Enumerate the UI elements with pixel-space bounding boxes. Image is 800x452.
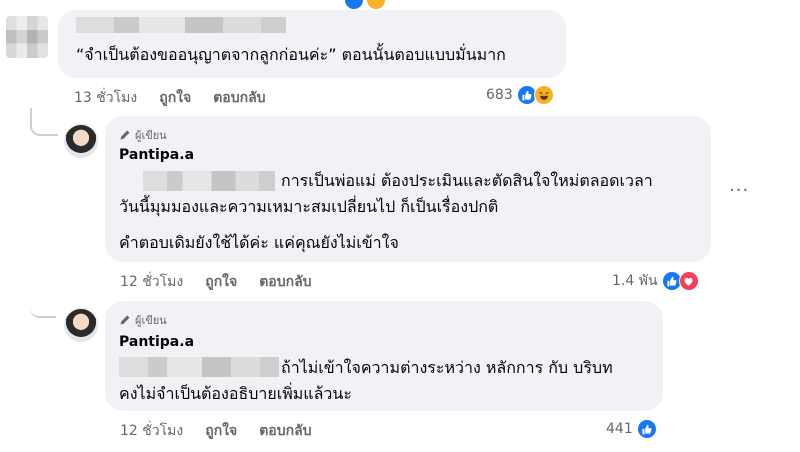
- thread-connector: [30, 290, 56, 318]
- haha-icon: [366, 0, 386, 10]
- comment-text-line: วันนี้มุมมองและความเหมาะสมเปลี่ยนไป ก็เป…: [119, 197, 499, 216]
- reaction-count: 683: [486, 87, 513, 103]
- reaction-summary[interactable]: 441: [606, 419, 657, 439]
- like-button[interactable]: ถูกใจ: [205, 271, 237, 293]
- like-button[interactable]: ถูกใจ: [205, 420, 237, 442]
- avatar[interactable]: [64, 124, 98, 158]
- avatar[interactable]: [64, 308, 98, 342]
- comment-actions: 12 ชั่วโมง ถูกใจ ตอบกลับ: [120, 420, 312, 442]
- comment-actions: 12 ชั่วโมง ถูกใจ ตอบกลับ: [120, 271, 312, 293]
- comment-text-line: คำตอบเดิมยังใช้ได้ค่ะ แค่คุณยังไม่เข้าใจ: [119, 233, 399, 252]
- more-options-button[interactable]: ···: [729, 180, 749, 201]
- previous-reactions: [344, 0, 386, 10]
- reply-button[interactable]: ตอบกลับ: [259, 420, 311, 442]
- mention-blurred[interactable]: [143, 171, 275, 191]
- comment-text-line: คงไม่จำเป็นต้องอธิบายเพิ่มแล้วนะ: [119, 384, 352, 403]
- like-icon: [344, 0, 364, 10]
- comment-bubble: ผู้เขียน Pantipa.a การเป็นพ่อแม่ ต้องประ…: [105, 116, 711, 262]
- author-badge-label: ผู้เขียน: [135, 129, 167, 142]
- love-icon: [678, 271, 699, 291]
- reply-button[interactable]: ตอบกลับ: [213, 87, 265, 109]
- comment-text-line: ถ้าไม่เข้าใจความต่างระหว่าง หลักการ กับ …: [281, 358, 613, 377]
- pencil-icon: [120, 130, 130, 140]
- author-badge: ผู้เขียน: [119, 311, 167, 329]
- like-button[interactable]: ถูกใจ: [159, 87, 191, 109]
- author-name-blurred[interactable]: [76, 17, 286, 33]
- reaction-count: 1.4 พัน: [612, 273, 658, 289]
- comment-text-line: การเป็นพ่อแม่ ต้องประเมินและตัดสินใจใหม่…: [281, 171, 653, 190]
- comment-actions: 13 ชั่วโมง ถูกใจ ตอบกลับ: [74, 87, 266, 109]
- timestamp[interactable]: 12 ชั่วโมง: [120, 420, 183, 442]
- comment-bubble: “จำเป็นต้องขออนุญาตจากลูกก่อนค่ะ” ตอนนั้…: [58, 10, 566, 78]
- author-badge: ผู้เขียน: [119, 126, 167, 144]
- reaction-summary[interactable]: 683: [486, 85, 554, 105]
- mention-blurred[interactable]: [119, 357, 279, 377]
- reaction-count: 441: [606, 421, 633, 437]
- reaction-summary[interactable]: 1.4 พัน: [612, 270, 699, 292]
- timestamp[interactable]: 12 ชั่วโมง: [120, 271, 183, 293]
- reply-button[interactable]: ตอบกลับ: [259, 271, 311, 293]
- comment-text: “จำเป็นต้องขออนุญาตจากลูกก่อนค่ะ” ตอนนั้…: [76, 45, 506, 64]
- author-name[interactable]: Pantipa.a: [119, 334, 194, 350]
- pencil-icon: [120, 315, 130, 325]
- author-badge-label: ผู้เขียน: [135, 314, 167, 327]
- avatar[interactable]: [6, 16, 48, 58]
- author-name[interactable]: Pantipa.a: [119, 147, 194, 163]
- haha-icon: [533, 85, 554, 105]
- comment-bubble: ผู้เขียน Pantipa.a ถ้าไม่เข้าใจความต่างร…: [105, 301, 663, 411]
- timestamp[interactable]: 13 ชั่วโมง: [74, 87, 137, 109]
- like-icon: [636, 419, 657, 439]
- thread-connector: [30, 108, 58, 136]
